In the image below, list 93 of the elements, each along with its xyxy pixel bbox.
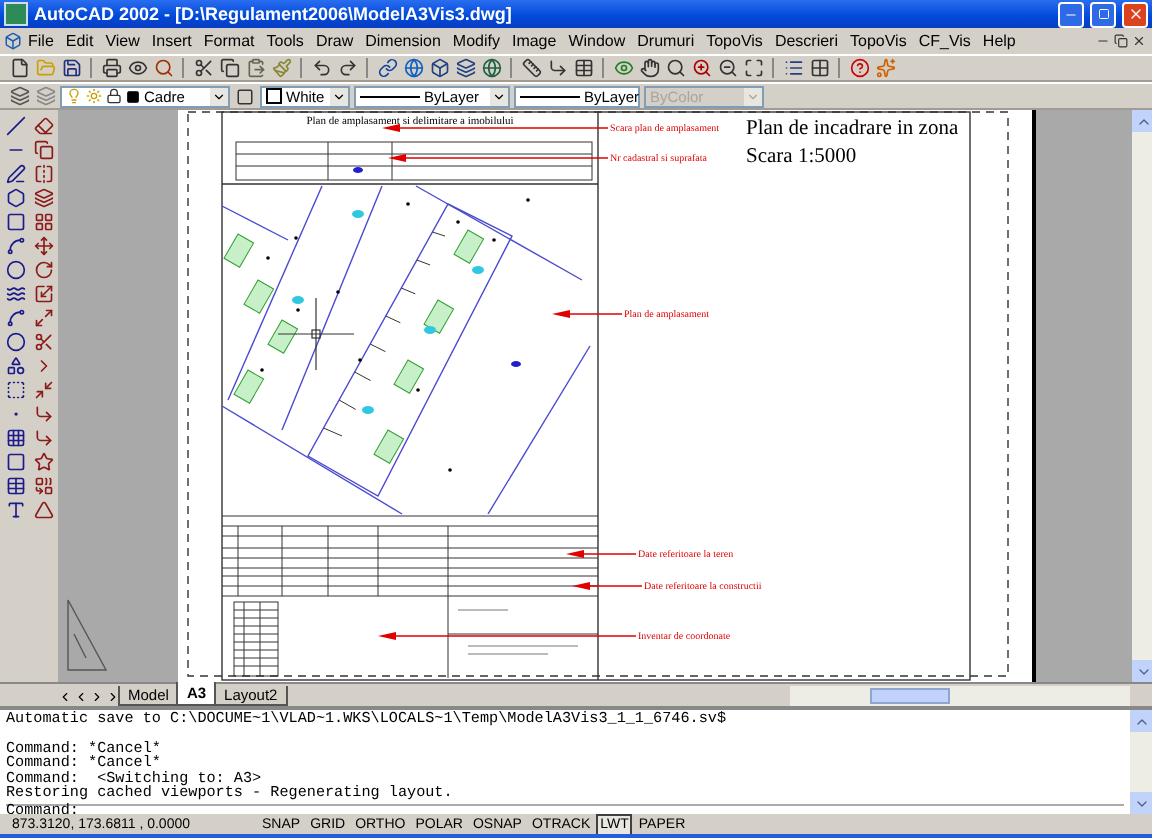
restore-icon[interactable] <box>1114 34 1128 48</box>
line-icon[interactable] <box>5 115 25 135</box>
ucs-icon <box>67 599 108 671</box>
ruler-icon[interactable] <box>521 58 541 78</box>
first-tab-icon[interactable] <box>57 689 71 703</box>
caret-icon <box>332 89 346 103</box>
inset-title: Scara 1:5000 <box>746 146 857 168</box>
table-icon[interactable] <box>5 475 25 495</box>
table-icon[interactable] <box>573 58 593 78</box>
undo-icon[interactable] <box>311 58 331 78</box>
copy-icon[interactable] <box>33 139 53 159</box>
bulb-icon <box>66 88 82 104</box>
layers-icon[interactable] <box>455 58 475 78</box>
trim-icon[interactable] <box>33 331 53 351</box>
ellipse-icon[interactable] <box>5 331 25 351</box>
leader-arrow <box>552 310 623 318</box>
new-file-icon[interactable] <box>9 58 29 78</box>
lock-icon <box>106 88 122 104</box>
rotate-icon[interactable] <box>33 259 53 279</box>
redo-icon[interactable] <box>337 58 357 78</box>
inset-title: Plan de incadrare in zona <box>746 118 959 140</box>
menu-item[interactable]: File <box>22 32 60 50</box>
link-icon[interactable] <box>377 58 397 78</box>
printer-icon[interactable] <box>101 58 121 78</box>
menu-item[interactable]: TopoVis <box>700 32 769 50</box>
polyline-icon[interactable] <box>5 163 25 183</box>
cut-icon[interactable] <box>193 58 213 78</box>
sun-icon <box>86 88 102 104</box>
globe-icon[interactable] <box>403 58 423 78</box>
zoom-out-icon[interactable] <box>717 58 737 78</box>
minimize-button[interactable] <box>1058 1 1084 27</box>
triangle-icon[interactable] <box>33 499 53 519</box>
menu-item[interactable]: Modify <box>446 32 506 50</box>
eraser-icon[interactable] <box>33 115 53 135</box>
menu-item[interactable]: CF_Vis <box>912 32 977 50</box>
text-icon[interactable] <box>5 499 25 519</box>
menu-item[interactable]: View <box>99 32 146 50</box>
array-icon[interactable] <box>33 211 53 231</box>
color-square-icon <box>126 89 140 103</box>
save-icon[interactable] <box>61 58 81 78</box>
corner-icon[interactable] <box>547 58 567 78</box>
line-sample <box>520 95 580 97</box>
close-icon <box>1127 6 1143 22</box>
square-icon[interactable] <box>236 87 254 105</box>
polygon-icon[interactable] <box>5 187 25 207</box>
layers-icon[interactable] <box>9 86 29 106</box>
help-icon[interactable] <box>849 58 869 78</box>
menu-item[interactable]: Insert <box>145 32 198 50</box>
window-title: AutoCAD 2002 - [D:\Regulament2006\ModelA3Vis3.dwg] <box>34 4 514 24</box>
horizontal-scrollbar[interactable] <box>790 686 1130 706</box>
menu-item[interactable]: Help <box>976 32 1022 50</box>
search-icon[interactable] <box>153 58 173 78</box>
crosshair-cursor <box>277 297 355 371</box>
leader-arrow <box>572 582 643 590</box>
menu-item[interactable]: Draw <box>309 32 360 50</box>
caret-icon <box>746 89 760 103</box>
copy-icon[interactable] <box>219 58 239 78</box>
close-button[interactable] <box>1122 1 1148 27</box>
last-tab-icon[interactable] <box>105 689 119 703</box>
previous-tab-icon[interactable] <box>73 689 87 703</box>
preview-icon[interactable] <box>127 58 147 78</box>
app-icon <box>4 2 28 26</box>
menu-item[interactable]: Drumuri <box>631 32 701 50</box>
next-tab-icon[interactable] <box>89 689 103 703</box>
menu-item[interactable]: Edit <box>59 32 100 50</box>
cube-icon[interactable] <box>429 58 449 78</box>
zoom-in-icon[interactable] <box>691 58 711 78</box>
caret-icon <box>212 89 226 103</box>
color-swatch <box>266 88 282 104</box>
menu-item[interactable]: Format <box>197 32 261 50</box>
caret-icon <box>492 89 506 103</box>
globe-icon[interactable] <box>481 58 501 78</box>
rectangle-icon[interactable] <box>5 211 25 231</box>
search-icon[interactable] <box>665 58 685 78</box>
leader-arrow <box>566 550 637 558</box>
maximize-button[interactable] <box>1090 1 1116 27</box>
paste-icon[interactable] <box>245 58 265 78</box>
menu-item[interactable]: TopoVis <box>844 32 913 50</box>
move-icon[interactable] <box>33 235 53 255</box>
close-icon[interactable] <box>1132 34 1146 48</box>
menu-item[interactable]: Image <box>505 32 563 50</box>
grid-icon[interactable] <box>809 58 829 78</box>
menu-item[interactable]: Window <box>562 32 632 50</box>
maximize-icon <box>1097 8 1109 20</box>
circle-icon[interactable] <box>5 259 25 279</box>
line-sample <box>360 95 420 97</box>
mirror-icon[interactable] <box>33 163 53 183</box>
sparkle-icon[interactable] <box>875 58 895 78</box>
hand-icon[interactable] <box>639 58 659 78</box>
menu-item[interactable]: Tools <box>260 32 310 50</box>
zoom-extents-icon[interactable] <box>743 58 763 78</box>
menu-item[interactable]: Descrieri <box>768 32 844 50</box>
menu-item[interactable]: Dimension <box>359 32 447 50</box>
